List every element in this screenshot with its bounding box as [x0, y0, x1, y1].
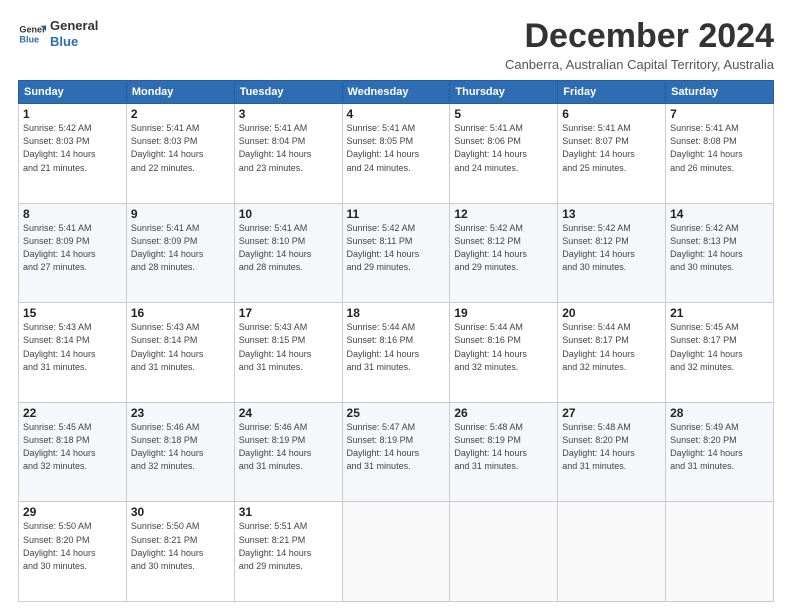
col-saturday: Saturday — [666, 81, 774, 104]
col-monday: Monday — [126, 81, 234, 104]
empty-cell — [558, 502, 666, 602]
title-block: December 2024 Canberra, Australian Capit… — [505, 18, 774, 72]
day-cell-29: 29 Sunrise: 5:50 AMSunset: 8:20 PMDaylig… — [19, 502, 127, 602]
day-cell-17: 17 Sunrise: 5:43 AMSunset: 8:15 PMDaylig… — [234, 303, 342, 403]
col-friday: Friday — [558, 81, 666, 104]
table-row: 15 Sunrise: 5:43 AMSunset: 8:14 PMDaylig… — [19, 303, 774, 403]
day-cell-27: 27 Sunrise: 5:48 AMSunset: 8:20 PMDaylig… — [558, 402, 666, 502]
subtitle: Canberra, Australian Capital Territory, … — [505, 57, 774, 72]
empty-cell — [342, 502, 450, 602]
main-title: December 2024 — [505, 18, 774, 55]
day-cell-2: 2 Sunrise: 5:41 AMSunset: 8:03 PMDayligh… — [126, 104, 234, 204]
day-cell-13: 13 Sunrise: 5:42 AMSunset: 8:12 PMDaylig… — [558, 203, 666, 303]
table-row: 29 Sunrise: 5:50 AMSunset: 8:20 PMDaylig… — [19, 502, 774, 602]
day-cell-25: 25 Sunrise: 5:47 AMSunset: 8:19 PMDaylig… — [342, 402, 450, 502]
day-cell-21: 21 Sunrise: 5:45 AMSunset: 8:17 PMDaylig… — [666, 303, 774, 403]
day-cell-19: 19 Sunrise: 5:44 AMSunset: 8:16 PMDaylig… — [450, 303, 558, 403]
day-cell-9: 9 Sunrise: 5:41 AMSunset: 8:09 PMDayligh… — [126, 203, 234, 303]
day-cell-11: 11 Sunrise: 5:42 AMSunset: 8:11 PMDaylig… — [342, 203, 450, 303]
col-sunday: Sunday — [19, 81, 127, 104]
day-cell-3: 3 Sunrise: 5:41 AMSunset: 8:04 PMDayligh… — [234, 104, 342, 204]
day-cell-31: 31 Sunrise: 5:51 AMSunset: 8:21 PMDaylig… — [234, 502, 342, 602]
day-cell-23: 23 Sunrise: 5:46 AMSunset: 8:18 PMDaylig… — [126, 402, 234, 502]
calendar-header-row: Sunday Monday Tuesday Wednesday Thursday… — [19, 81, 774, 104]
logo-icon: General Blue — [18, 20, 46, 48]
logo-text-general: General — [50, 18, 98, 34]
day-cell-14: 14 Sunrise: 5:42 AMSunset: 8:13 PMDaylig… — [666, 203, 774, 303]
day-cell-30: 30 Sunrise: 5:50 AMSunset: 8:21 PMDaylig… — [126, 502, 234, 602]
day-cell-12: 12 Sunrise: 5:42 AMSunset: 8:12 PMDaylig… — [450, 203, 558, 303]
empty-cell — [450, 502, 558, 602]
day-cell-26: 26 Sunrise: 5:48 AMSunset: 8:19 PMDaylig… — [450, 402, 558, 502]
day-cell-10: 10 Sunrise: 5:41 AMSunset: 8:10 PMDaylig… — [234, 203, 342, 303]
col-tuesday: Tuesday — [234, 81, 342, 104]
day-cell-8: 8 Sunrise: 5:41 AMSunset: 8:09 PMDayligh… — [19, 203, 127, 303]
day-cell-16: 16 Sunrise: 5:43 AMSunset: 8:14 PMDaylig… — [126, 303, 234, 403]
page: General Blue General Blue December 2024 … — [0, 0, 792, 612]
day-cell-4: 4 Sunrise: 5:41 AMSunset: 8:05 PMDayligh… — [342, 104, 450, 204]
day-cell-18: 18 Sunrise: 5:44 AMSunset: 8:16 PMDaylig… — [342, 303, 450, 403]
logo: General Blue General Blue — [18, 18, 98, 49]
calendar: Sunday Monday Tuesday Wednesday Thursday… — [18, 80, 774, 602]
table-row: 8 Sunrise: 5:41 AMSunset: 8:09 PMDayligh… — [19, 203, 774, 303]
day-cell-7: 7 Sunrise: 5:41 AMSunset: 8:08 PMDayligh… — [666, 104, 774, 204]
day-cell-1: 1 Sunrise: 5:42 AMSunset: 8:03 PMDayligh… — [19, 104, 127, 204]
day-cell-28: 28 Sunrise: 5:49 AMSunset: 8:20 PMDaylig… — [666, 402, 774, 502]
logo-text-blue: Blue — [50, 34, 98, 50]
day-cell-15: 15 Sunrise: 5:43 AMSunset: 8:14 PMDaylig… — [19, 303, 127, 403]
table-row: 1 Sunrise: 5:42 AMSunset: 8:03 PMDayligh… — [19, 104, 774, 204]
table-row: 22 Sunrise: 5:45 AMSunset: 8:18 PMDaylig… — [19, 402, 774, 502]
col-thursday: Thursday — [450, 81, 558, 104]
header: General Blue General Blue December 2024 … — [18, 18, 774, 72]
col-wednesday: Wednesday — [342, 81, 450, 104]
day-cell-6: 6 Sunrise: 5:41 AMSunset: 8:07 PMDayligh… — [558, 104, 666, 204]
svg-text:Blue: Blue — [19, 34, 39, 44]
day-cell-20: 20 Sunrise: 5:44 AMSunset: 8:17 PMDaylig… — [558, 303, 666, 403]
empty-cell — [666, 502, 774, 602]
day-cell-5: 5 Sunrise: 5:41 AMSunset: 8:06 PMDayligh… — [450, 104, 558, 204]
day-cell-24: 24 Sunrise: 5:46 AMSunset: 8:19 PMDaylig… — [234, 402, 342, 502]
day-cell-22: 22 Sunrise: 5:45 AMSunset: 8:18 PMDaylig… — [19, 402, 127, 502]
